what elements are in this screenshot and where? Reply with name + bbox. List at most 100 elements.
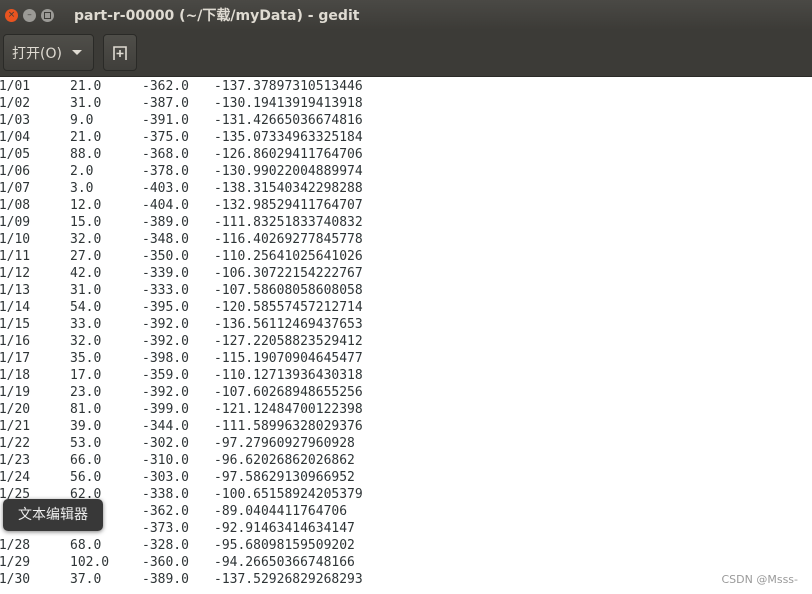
text-field: -378.0 (142, 164, 189, 179)
new-tab-icon (113, 45, 127, 60)
text-field: 01/04 (0, 130, 31, 145)
text-field: -137.37897310513446 (214, 79, 363, 94)
text-field: -120.58557457212714 (214, 300, 363, 315)
text-field: 01/21 (0, 419, 31, 434)
text-field: -130.19413919413918 (214, 96, 363, 111)
text-field: -348.0 (142, 232, 189, 247)
text-field: 01/29 (0, 555, 31, 570)
text-field: 35.0 (70, 351, 102, 366)
text-field: 01/19 (0, 385, 31, 400)
text-field: -362.0 (142, 79, 189, 94)
text-field: -138.31540342298288 (214, 181, 363, 196)
text-field: -389.0 (142, 572, 189, 587)
text-field: -110.12713936430318 (214, 368, 363, 383)
text-field: -116.40269277845778 (214, 232, 363, 247)
text-field: 01/05 (0, 147, 31, 162)
text-field: 12.0 (70, 198, 102, 213)
open-button[interactable]: 打开(O) (3, 34, 94, 71)
text-field: 31.0 (70, 96, 102, 111)
text-field: -136.56112469437653 (214, 317, 363, 332)
text-field: 01/08 (0, 198, 31, 213)
text-field: -94.26650366748166 (214, 555, 355, 570)
text-field: 01/18 (0, 368, 31, 383)
text-field: 21.0 (70, 130, 102, 145)
text-field: -130.99022004889974 (214, 164, 363, 179)
text-field: 21.0 (70, 79, 102, 94)
text-field: 39.0 (70, 419, 102, 434)
text-field: 17.0 (70, 368, 102, 383)
text-field: 01/09 (0, 215, 31, 230)
text-field: -373.0 (142, 521, 189, 536)
text-field: -350.0 (142, 249, 189, 264)
text-field: -398.0 (142, 351, 189, 366)
text-field: -375.0 (142, 130, 189, 145)
minimize-icon[interactable]: – (23, 8, 36, 22)
text-field: -110.25641025641026 (214, 249, 363, 264)
text-field: -310.0 (142, 453, 189, 468)
text-field: -360.0 (142, 555, 189, 570)
text-field: -111.58996328029376 (214, 419, 363, 434)
text-field: -387.0 (142, 96, 189, 111)
text-field: -392.0 (142, 317, 189, 332)
text-field: 42.0 (70, 266, 102, 281)
text-field: -392.0 (142, 334, 189, 349)
text-field: 56.0 (70, 470, 102, 485)
text-field: -115.19070904645477 (214, 351, 363, 366)
text-field: -392.0 (142, 385, 189, 400)
text-field: 2.0 (70, 164, 94, 179)
text-field: 01/11 (0, 249, 31, 264)
text-field: -127.22058823529412 (214, 334, 363, 349)
text-field: -95.68098159509202 (214, 538, 355, 553)
text-field: 33.0 (70, 317, 102, 332)
text-field: 01/17 (0, 351, 31, 366)
text-field: -137.52926829268293 (214, 572, 363, 587)
text-field: -107.58608058608058 (214, 283, 363, 298)
text-field: -132.98529411764707 (214, 198, 363, 213)
text-field: 68.0 (70, 538, 102, 553)
text-field: -89.0404411764706 (214, 504, 348, 519)
window-titlebar[interactable]: × – part-r-00000 (~/下载/myData) - gedit (0, 0, 812, 30)
text-field: -328.0 (142, 538, 189, 553)
text-field: -391.0 (142, 113, 189, 128)
text-field: -389.0 (142, 215, 189, 230)
chevron-down-icon (71, 50, 82, 55)
text-field: -121.12484700122398 (214, 402, 363, 417)
text-field: -395.0 (142, 300, 189, 315)
tooltip: 文本编辑器 (3, 499, 103, 531)
open-button-label: 打开(O) (12, 45, 62, 62)
text-field: 81.0 (70, 402, 102, 417)
text-field: 01/03 (0, 113, 31, 128)
text-field: 32.0 (70, 232, 102, 247)
text-field: -92.91463414634147 (214, 521, 355, 536)
text-field: 01/02 (0, 96, 31, 111)
toolbar: 打开(O) (0, 30, 812, 77)
text-field: 23.0 (70, 385, 102, 400)
maximize-icon[interactable] (41, 8, 54, 22)
text-field: 54.0 (70, 300, 102, 315)
text-field: -404.0 (142, 198, 189, 213)
text-field: -333.0 (142, 283, 189, 298)
text-field: 102.0 (70, 555, 110, 570)
text-field: -100.65158924205379 (214, 487, 363, 502)
text-field: 01/13 (0, 283, 31, 298)
window-title: part-r-00000 (~/下载/myData) - gedit (74, 8, 360, 24)
text-field: 01/06 (0, 164, 31, 179)
new-document-button[interactable] (103, 34, 137, 71)
text-field: 01/22 (0, 436, 31, 451)
text-field: 15.0 (70, 215, 102, 230)
text-field: 01/28 (0, 538, 31, 553)
text-field: 27.0 (70, 249, 102, 264)
text-field: 01/30 (0, 572, 31, 587)
text-field: -302.0 (142, 436, 189, 451)
text-editor[interactable]: 01/01 21.0 -362.0 -137.37897310513446 01/02 3… (0, 77, 812, 594)
text-field: -303.0 (142, 470, 189, 485)
text-field: -344.0 (142, 419, 189, 434)
text-field: 88.0 (70, 147, 102, 162)
text-field: 01/23 (0, 453, 31, 468)
text-field: 01/10 (0, 232, 31, 247)
watermark: CSDN @Msss- (721, 573, 798, 586)
text-field: 9.0 (70, 113, 94, 128)
text-field: 01/12 (0, 266, 31, 281)
text-field: -106.30722154222767 (214, 266, 363, 281)
close-icon[interactable]: × (5, 8, 18, 22)
